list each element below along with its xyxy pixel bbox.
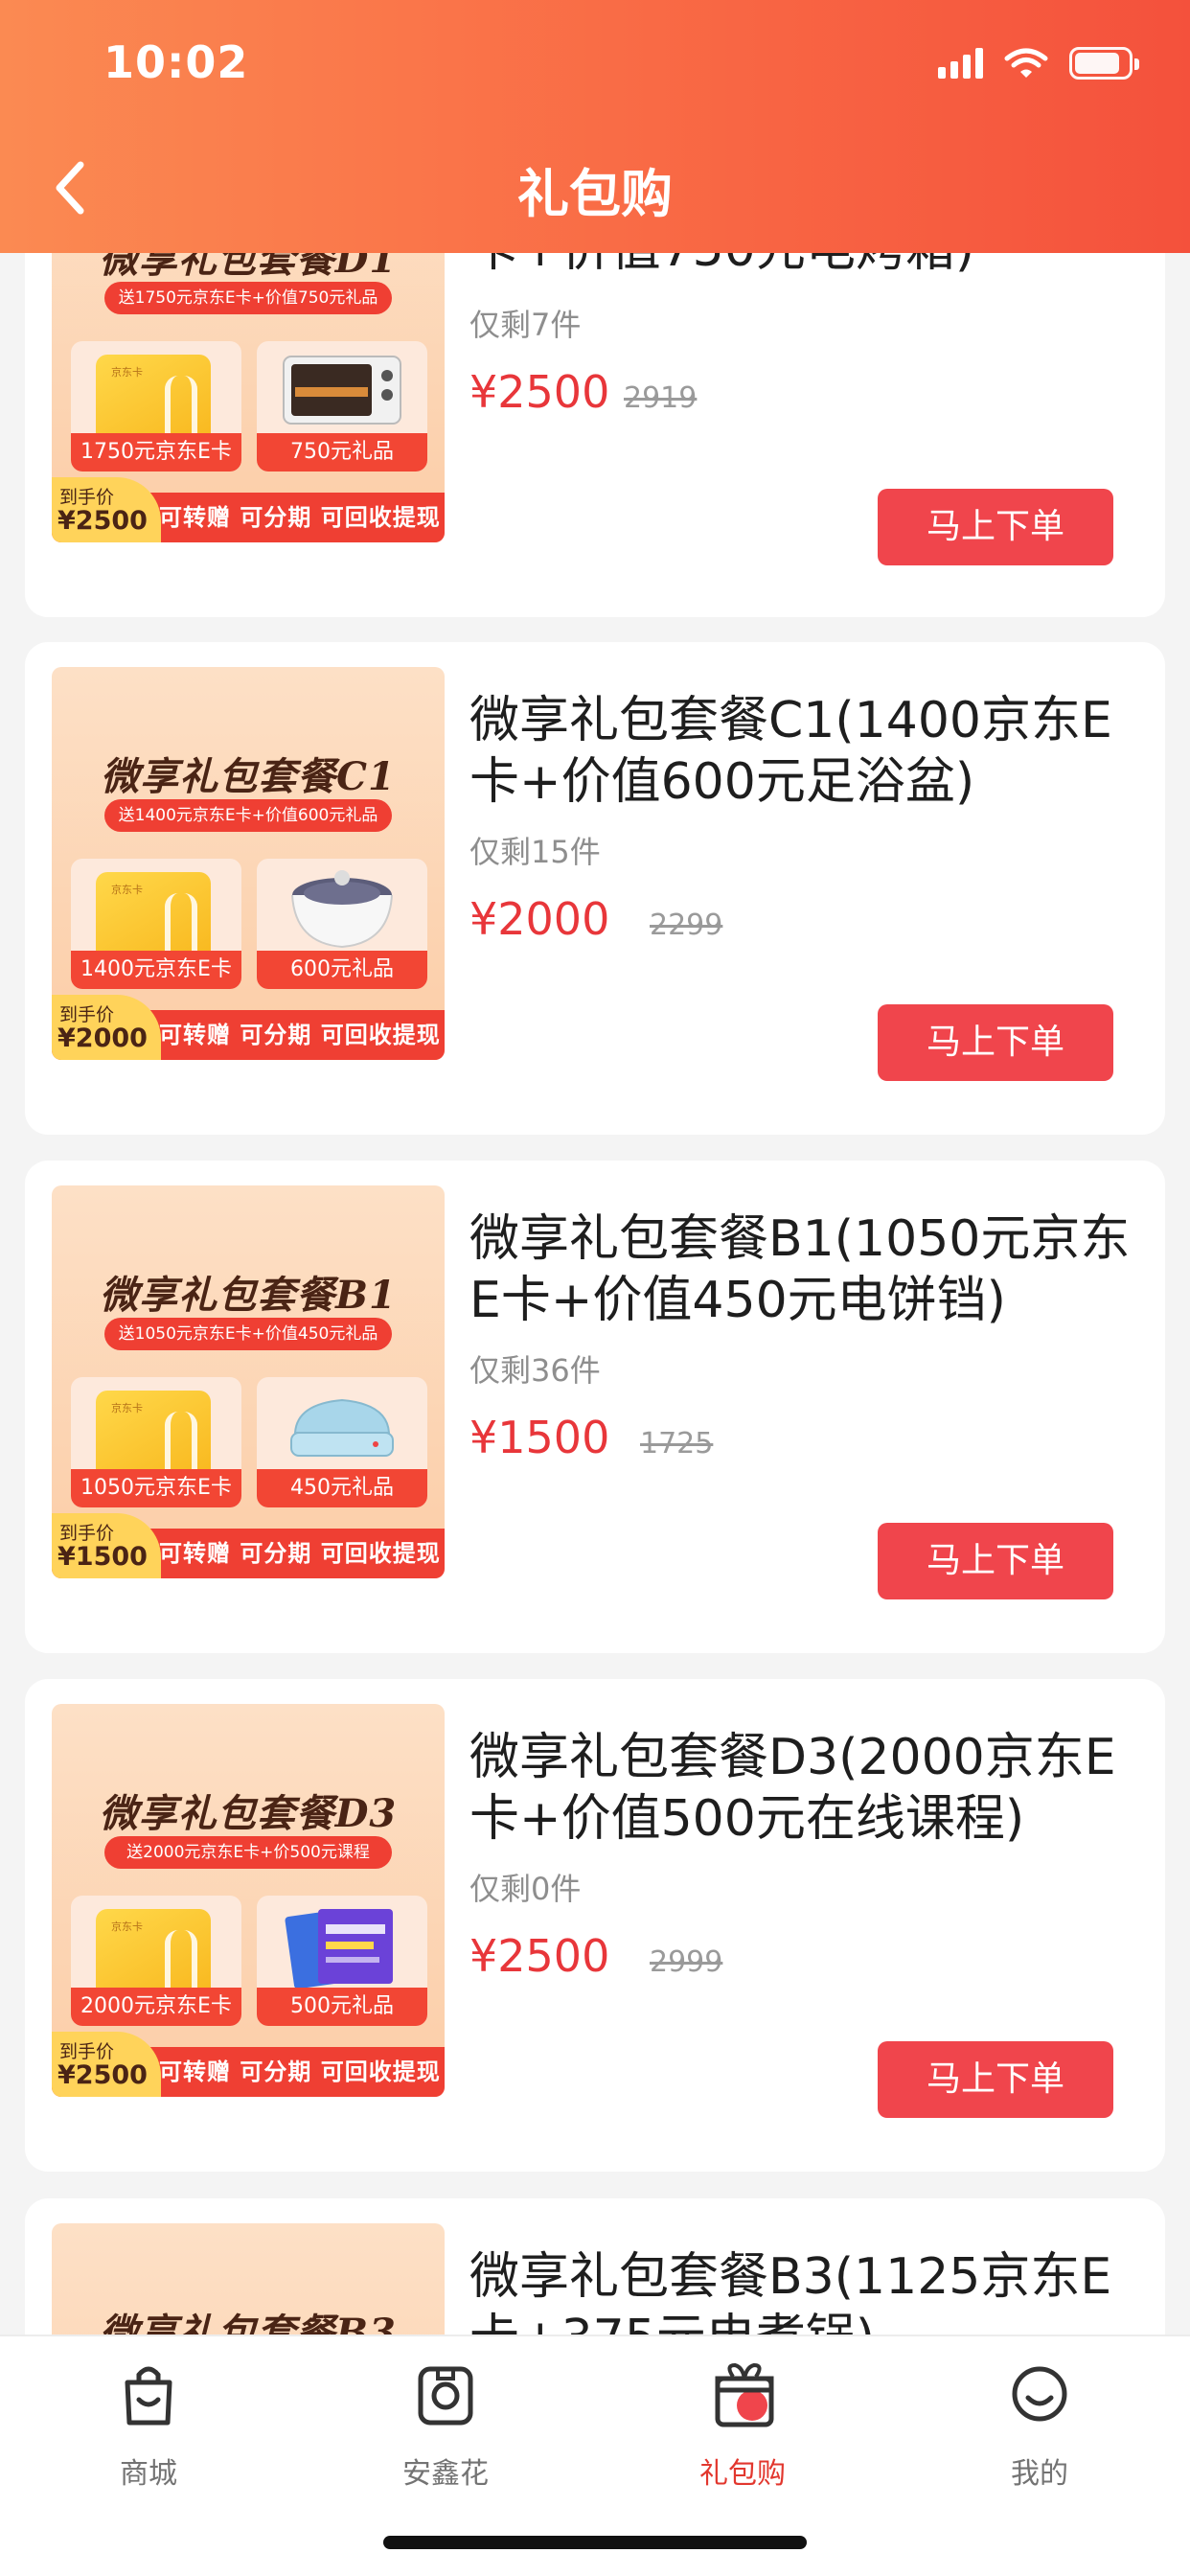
gift-box-icon [715, 2362, 774, 2427]
order-now-button[interactable]: 马上下单 [878, 1004, 1113, 1081]
product-name[interactable]: 微享礼包套餐B3(1125京东E卡+375元电煮锅) [469, 2246, 1140, 2334]
gift-tile: 500元礼品 [257, 1896, 427, 2026]
thumb-title: 微享礼包套餐B1 [100, 1273, 397, 1318]
tab-label: 礼包购 [699, 2457, 786, 2491]
product-thumbnail[interactable]: 微享礼包套餐B3 [52, 2223, 445, 2334]
gift-caption: 500元礼品 [257, 1988, 427, 2026]
product-card[interactable]: 微享礼包套餐B3 微享礼包套餐B3(1125京东E卡+375元电煮锅) [25, 2198, 1165, 2334]
status-icons [938, 44, 1139, 82]
tab-label: 商城 [120, 2457, 177, 2491]
sale-price: ¥1500 [469, 1412, 610, 1463]
gift-caption: 600元礼品 [257, 951, 427, 989]
wifi-icon [1004, 48, 1048, 78]
price-badge: 到手价 ¥2500 [52, 2032, 161, 2097]
foot-bath-icon [291, 870, 393, 949]
ecard-tile: 京东卡 1400元京东E卡 [71, 859, 241, 989]
status-time: 10:02 [103, 36, 249, 88]
sale-price: ¥2000 [469, 893, 610, 945]
tab-mall[interactable]: 商城 [53, 2361, 244, 2491]
original-price: 2919 [624, 381, 698, 415]
wallet-icon [418, 2366, 473, 2426]
original-price: 2999 [650, 1945, 723, 1979]
price-badge: 到手价 ¥2500 [52, 477, 161, 542]
smiley-face-icon [1012, 2366, 1067, 2422]
order-now-button[interactable]: 马上下单 [878, 2041, 1113, 2118]
thumb-title: 微享礼包套餐B3 [100, 2311, 397, 2334]
original-price: 1725 [640, 1427, 714, 1460]
original-price: 2299 [650, 908, 723, 942]
ecard-caption: 1750元京东E卡 [71, 433, 241, 472]
thumb-title: 微享礼包套餐C1 [101, 754, 396, 799]
price-badge: 到手价 ¥1500 [52, 1513, 161, 1578]
thumb-promo-pill: 送1400元京东E卡+价值600元礼品 [104, 799, 392, 832]
price-badge: 到手价 ¥2000 [52, 995, 161, 1060]
ecard-caption: 1050元京东E卡 [71, 1469, 241, 1507]
ecard-tile: 京东卡 1750元京东E卡 [71, 341, 241, 472]
page-title: 礼包购 [517, 164, 673, 224]
stock-remaining: 仅剩7件 [469, 307, 582, 343]
thumb-title: 微享礼包套餐D3 [99, 1791, 398, 1836]
thumb-promo-pill: 送1050元京东E卡+价值450元礼品 [104, 1318, 392, 1350]
product-name[interactable]: 微享礼包套餐B1(1050元京东E卡+价值450元电饼铛) [469, 1208, 1140, 1331]
gift-tile: 600元礼品 [257, 859, 427, 989]
cellular-signal-icon [938, 48, 983, 79]
gift-tile: 450元礼品 [257, 1377, 427, 1507]
stock-remaining: 仅剩36件 [469, 1352, 601, 1389]
product-card[interactable]: 微享礼包套餐D3 送2000元京东E卡+价500元课程 京东卡 2000元京东E… [25, 1679, 1165, 2172]
tab-label: 安鑫花 [402, 2457, 489, 2491]
shopping-bag-icon [125, 2366, 172, 2426]
product-card[interactable]: 微享礼包套餐C1 送1400元京东E卡+价值600元礼品 京东卡 1400元京东… [25, 642, 1165, 1135]
stock-remaining: 仅剩15件 [469, 834, 601, 870]
order-now-button[interactable]: 马上下单 [878, 489, 1113, 565]
ecard-caption: 2000元京东E卡 [71, 1988, 241, 2026]
ecard-tile: 京东卡 1050元京东E卡 [71, 1377, 241, 1507]
order-now-button[interactable]: 马上下单 [878, 1523, 1113, 1599]
course-book-icon [285, 1909, 393, 1988]
tab-anxinhua[interactable]: 安鑫花 [350, 2361, 541, 2491]
gift-caption: 450元礼品 [257, 1469, 427, 1507]
ecard-tile: 京东卡 2000元京东E卡 [71, 1896, 241, 2026]
tab-mine[interactable]: 我的 [944, 2361, 1135, 2491]
product-name[interactable]: 微享礼包套餐D3(2000京东E卡+价值500元在线课程) [469, 1727, 1140, 1850]
product-thumbnail[interactable]: 微享礼包套餐D3 送2000元京东E卡+价500元课程 京东卡 2000元京东E… [52, 1704, 445, 2097]
product-card[interactable]: 微享礼包套餐B1 送1050元京东E卡+价值450元礼品 京东卡 1050元京东… [25, 1161, 1165, 1653]
thumb-promo-pill: 送1750元京东E卡+价值750元礼品 [104, 282, 392, 314]
product-thumbnail[interactable]: 微享礼包套餐C1 送1400元京东E卡+价值600元礼品 京东卡 1400元京东… [52, 667, 445, 1060]
ecard-caption: 1400元京东E卡 [71, 951, 241, 989]
gift-tile: 750元礼品 [257, 341, 427, 472]
oven-icon [283, 356, 401, 425]
stock-remaining: 仅剩0件 [469, 1871, 582, 1907]
thumb-promo-pill: 送2000元京东E卡+价500元课程 [104, 1836, 392, 1869]
sale-price: ¥2500 [469, 1930, 610, 1982]
griddle-icon [290, 1398, 394, 1457]
product-list[interactable]: 微享礼包套餐D1 送1750元京东E卡+价值750元礼品 京东卡 1750元京东… [0, 0, 1190, 2334]
tab-label: 我的 [1011, 2457, 1068, 2491]
app-header: 10:02 礼包购 [0, 0, 1190, 253]
gift-caption: 750元礼品 [257, 433, 427, 472]
home-indicator [383, 2536, 807, 2549]
product-name[interactable]: 微享礼包套餐C1(1400京东E卡+价值600元足浴盆) [469, 690, 1140, 813]
sale-price: ¥2500 [469, 366, 610, 418]
tab-gift-purchase[interactable]: 礼包购 [647, 2361, 838, 2491]
battery-icon [1069, 47, 1139, 80]
product-thumbnail[interactable]: 微享礼包套餐B1 送1050元京东E卡+价值450元礼品 京东卡 1050元京东… [52, 1185, 445, 1578]
